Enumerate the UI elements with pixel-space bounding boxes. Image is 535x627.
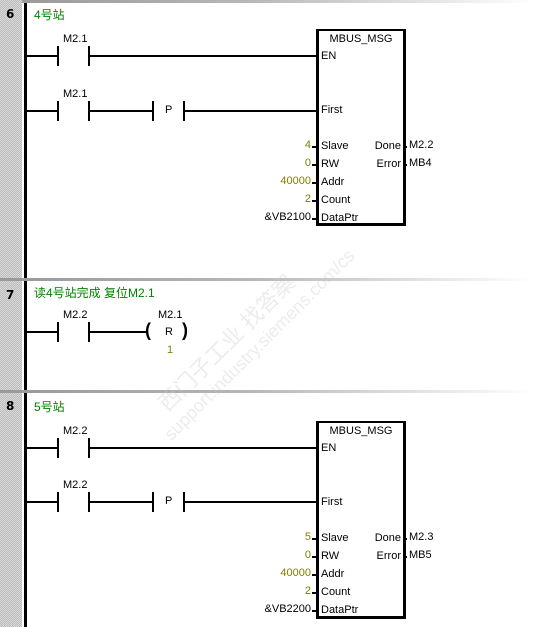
mbus-msg-block[interactable]: MBUS_MSG EN First Slave RW Addr Count Da… <box>316 29 406 226</box>
network-number: 7 <box>6 288 15 302</box>
coil-address: M2.1 <box>158 309 183 321</box>
error-value[interactable]: MB5 <box>409 549 432 561</box>
pin-done: Done <box>374 140 401 152</box>
contact-address: M2.2 <box>63 309 88 321</box>
power-rail <box>24 281 27 390</box>
positive-edge-label: P <box>165 104 173 116</box>
pin-tick <box>403 164 407 166</box>
pin-tick <box>312 574 316 576</box>
network-comment: 读4号站完成 复位M2.1 <box>34 286 155 300</box>
pin-slave: Slave <box>321 140 349 152</box>
network-8[interactable]: 8 5号站 M2.2 M2.2 P MBUS_MSG EN First Slav… <box>0 393 535 627</box>
positive-edge-label: P <box>165 495 173 507</box>
coil-right-paren[interactable]: ) <box>182 320 188 341</box>
pin-tick <box>403 146 407 148</box>
pin-done: Done <box>374 532 401 544</box>
pin-tick <box>312 218 316 220</box>
wire <box>89 447 317 449</box>
wire <box>27 55 58 57</box>
wire <box>184 501 317 503</box>
wire <box>27 447 58 449</box>
error-value[interactable]: MB4 <box>409 157 432 169</box>
pin-error: Error <box>376 158 401 170</box>
power-rail <box>24 393 27 627</box>
network-comment: 4号站 <box>34 8 65 22</box>
pin-slave: Slave <box>321 532 349 544</box>
edge-detect-left[interactable] <box>152 101 154 121</box>
contact-no-left[interactable] <box>57 46 59 66</box>
pin-tick <box>403 556 407 558</box>
pin-addr: Addr <box>321 176 345 188</box>
contact-no-left[interactable] <box>57 322 59 342</box>
pin-rw: RW <box>321 550 340 562</box>
wire <box>89 55 317 57</box>
pin-tick <box>312 556 316 558</box>
pin-tick <box>312 592 316 594</box>
network-number: 6 <box>6 7 15 21</box>
power-rail <box>24 3 27 278</box>
slave-value[interactable]: 5 <box>305 531 311 543</box>
contact-address: M2.1 <box>63 33 88 45</box>
rw-value[interactable]: 0 <box>305 157 311 169</box>
done-value[interactable]: M2.2 <box>409 139 433 151</box>
count-value[interactable]: 2 <box>305 193 311 205</box>
pin-tick <box>403 538 407 540</box>
wire <box>89 331 147 333</box>
dataptr-value[interactable]: &VB2200 <box>265 603 311 615</box>
pin-tick <box>312 200 316 202</box>
pin-tick <box>312 538 316 540</box>
block-name: MBUS_MSG <box>329 33 393 45</box>
network-number: 8 <box>6 399 15 413</box>
contact-no-left[interactable] <box>57 438 59 458</box>
dataptr-value[interactable]: &VB2100 <box>265 211 311 223</box>
count-value[interactable]: 2 <box>305 585 311 597</box>
wire <box>89 501 153 503</box>
pin-count: Count <box>321 586 351 598</box>
coil-left-paren[interactable]: ( <box>145 320 151 341</box>
pin-dataptr: DataPtr <box>321 604 359 616</box>
pin-rw: RW <box>321 158 340 170</box>
pin-en: EN <box>321 442 337 454</box>
done-value[interactable]: M2.3 <box>409 531 433 543</box>
contact-address: M2.2 <box>63 479 88 491</box>
wire <box>184 110 317 112</box>
pin-addr: Addr <box>321 568 345 580</box>
pin-tick <box>312 164 316 166</box>
block-name: MBUS_MSG <box>329 425 393 437</box>
pin-first: First <box>321 104 343 116</box>
pin-tick <box>312 182 316 184</box>
contact-no-left[interactable] <box>57 101 59 121</box>
network-6[interactable]: 6 4号站 M2.1 M2.1 P MBUS_MSG EN First Slav… <box>0 0 535 278</box>
addr-value[interactable]: 40000 <box>280 175 311 187</box>
rw-value[interactable]: 0 <box>305 549 311 561</box>
wire <box>89 110 153 112</box>
contact-address: M2.2 <box>63 425 88 437</box>
mbus-msg-block[interactable]: MBUS_MSG EN First Slave RW Addr Count Da… <box>316 421 406 619</box>
pin-dataptr: DataPtr <box>321 212 359 224</box>
pin-error: Error <box>376 550 401 562</box>
contact-address: M2.1 <box>63 88 88 100</box>
network-comment: 5号站 <box>34 400 65 414</box>
pin-count: Count <box>321 194 351 206</box>
wire <box>27 110 58 112</box>
network-7[interactable]: 7 读4号站完成 复位M2.1 M2.2 M2.1 ( R ) 1 <box>0 281 535 390</box>
reset-coil-label: R <box>165 326 173 338</box>
pin-tick <box>312 146 316 148</box>
wire <box>27 501 58 503</box>
pin-tick <box>312 610 316 612</box>
edge-detect-left[interactable] <box>152 492 154 512</box>
slave-value[interactable]: 4 <box>305 139 311 151</box>
pin-first: First <box>321 496 343 508</box>
contact-no-left[interactable] <box>57 492 59 512</box>
wire <box>27 331 58 333</box>
coil-count[interactable]: 1 <box>167 344 173 356</box>
addr-value[interactable]: 40000 <box>280 567 311 579</box>
pin-en: EN <box>321 50 337 62</box>
